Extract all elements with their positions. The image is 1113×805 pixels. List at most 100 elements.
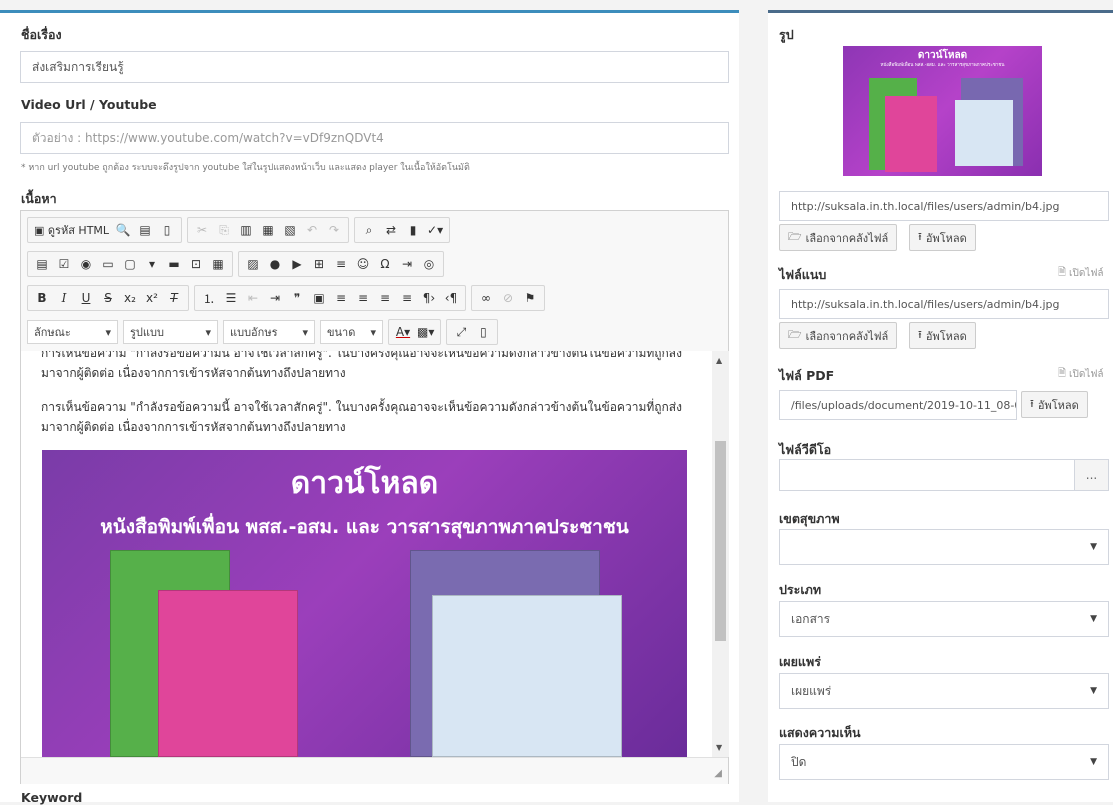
subscript-icon[interactable]: x₂ xyxy=(119,287,141,309)
image-upload-button[interactable]: ⭱ อัพโหลด xyxy=(909,224,976,251)
style-combo[interactable]: รูปแบบ ▾ xyxy=(123,320,218,344)
comment-select[interactable]: ปิด ▼ xyxy=(779,744,1109,780)
paste-icon[interactable]: ▥ xyxy=(235,219,257,241)
font-combo[interactable]: แบบอักษร ▾ xyxy=(223,320,315,344)
italic-icon[interactable]: I xyxy=(53,287,75,309)
smiley-icon[interactable]: ☺ xyxy=(352,253,374,275)
toolbar-row-1: ▣ ดูรหัส HTML 🔍 ▤ ▯ ✂ ⎘ ▥ ▦ ▧ ↶ ↷ ⌕ ⇄ ▮ … xyxy=(21,213,728,247)
publish-select[interactable]: เผยแพร่ ▼ xyxy=(779,673,1109,709)
region-select[interactable]: ▼ xyxy=(779,529,1109,565)
paste-text-icon[interactable]: ▦ xyxy=(257,219,279,241)
format-combo-arrow-icon: ▾ xyxy=(105,325,111,339)
editor-content-area[interactable]: การเห็นข้อความ "กำลังรอข้อความนี้ อาจใช้… xyxy=(21,351,712,757)
bg-color-icon[interactable]: ▩▾ xyxy=(414,321,437,343)
spellcheck-icon[interactable]: ✓▾ xyxy=(424,219,446,241)
attachment-upload-button[interactable]: ⭱ อัพโหลด xyxy=(909,322,976,349)
attachment-label: ไฟล์แนบ xyxy=(779,267,827,282)
image-thumbnail: ดาวน์โหลด หนังสือพิมพ์เพื่อน พสส.-อสม. แ… xyxy=(843,46,1042,176)
source-button[interactable]: ▣ ดูรหัส HTML xyxy=(31,219,112,241)
special-char-icon[interactable]: Ω xyxy=(374,253,396,275)
radio-icon[interactable]: ◉ xyxy=(75,253,97,275)
attachment-open-link[interactable]: 🗎 เปิดไฟล์ xyxy=(1058,265,1104,282)
image-button-icon[interactable]: ⊡ xyxy=(185,253,207,275)
resize-handle-icon[interactable]: ◢ xyxy=(714,768,722,779)
bold-icon[interactable]: B xyxy=(31,287,53,309)
scroll-up-icon[interactable]: ▲ xyxy=(716,356,722,365)
scrollbar-thumb[interactable] xyxy=(715,441,726,641)
horizontal-rule-icon[interactable]: ≡ xyxy=(330,253,352,275)
image-choose-library-button[interactable]: 🗁 เลือกจากคลังไฟล์ xyxy=(779,224,898,251)
align-justify-icon[interactable]: ≡ xyxy=(396,287,418,309)
ltr-icon[interactable]: ¶› xyxy=(418,287,440,309)
paste-word-icon[interactable]: ▧ xyxy=(279,219,301,241)
numbered-list-icon[interactable]: ⒈ xyxy=(198,287,220,309)
checkbox-icon[interactable]: ☑ xyxy=(53,253,75,275)
video-file-browse-button[interactable]: ... xyxy=(1074,459,1109,491)
align-left-icon[interactable]: ≡ xyxy=(330,287,352,309)
select-all-icon[interactable]: ▮ xyxy=(402,219,424,241)
attachment-upload-label: อัพโหลด xyxy=(925,329,967,343)
image-icon[interactable]: ▨ xyxy=(242,253,264,275)
undo-icon[interactable]: ↶ xyxy=(301,219,323,241)
table-icon[interactable]: ⊞ xyxy=(308,253,330,275)
toolbar-row-4: ลักษณะ ▾ รูปแบบ ▾ แบบอักษร ▾ ขนาด ▾ A▾ ▩▾ ⤢ … xyxy=(21,315,728,349)
templates-icon[interactable]: ▯ xyxy=(156,219,178,241)
textfield-icon[interactable]: ▭ xyxy=(97,253,119,275)
div-icon[interactable]: ▣ xyxy=(308,287,330,309)
print-icon[interactable]: ▤ xyxy=(134,219,156,241)
preview-icon[interactable]: 🔍 xyxy=(112,219,134,241)
form-icon[interactable]: ▤ xyxy=(31,253,53,275)
source-label: ดูรหัส HTML xyxy=(47,224,110,237)
maximize-icon[interactable]: ⤢ xyxy=(450,321,472,343)
type-select[interactable]: เอกสาร ▼ xyxy=(779,601,1109,637)
align-right-icon[interactable]: ≡ xyxy=(374,287,396,309)
find-icon[interactable]: ⌕ xyxy=(358,219,380,241)
select-field-icon[interactable]: ▾ xyxy=(141,253,163,275)
size-combo[interactable]: ขนาด ▾ xyxy=(320,320,383,344)
pdf-open-link[interactable]: 🗎 เปิดไฟล์ xyxy=(1058,366,1104,383)
unlink-icon[interactable]: ⊘ xyxy=(497,287,519,309)
redo-icon[interactable]: ↷ xyxy=(323,219,345,241)
video-file-input[interactable] xyxy=(779,459,1075,491)
remove-format-icon[interactable]: T̶ xyxy=(163,287,185,309)
youtube-icon[interactable]: ▶ xyxy=(286,253,308,275)
blockquote-icon[interactable]: ❞ xyxy=(286,287,308,309)
title-input[interactable]: ส่งเสริมการเรียนรู้ xyxy=(20,51,729,83)
underline-icon[interactable]: U xyxy=(75,287,97,309)
format-combo[interactable]: ลักษณะ ▾ xyxy=(27,320,118,344)
scroll-down-icon[interactable]: ▼ xyxy=(716,743,722,752)
cut-icon[interactable]: ✂ xyxy=(191,219,213,241)
rtl-icon[interactable]: ‹¶ xyxy=(440,287,462,309)
bulleted-list-icon[interactable]: ☰ xyxy=(220,287,242,309)
show-blocks-icon[interactable]: ▯ xyxy=(472,321,494,343)
copy-icon[interactable]: ⎘ xyxy=(213,219,235,241)
attachment-choose-library-button[interactable]: 🗁 เลือกจากคลังไฟล์ xyxy=(779,322,898,349)
attachment-url-input[interactable]: http://suksala.in.th.local/files/users/a… xyxy=(779,289,1109,319)
sidebar-form-panel: รูป ดาวน์โหลด หนังสือพิมพ์เพื่อน พสส.-อส… xyxy=(768,10,1113,802)
toolbar-group-basic: B I U S x₂ x² T̶ xyxy=(27,285,189,311)
button-field-icon[interactable]: ▬ xyxy=(163,253,185,275)
text-color-icon[interactable]: A▾ xyxy=(392,321,414,343)
textarea-icon[interactable]: ▢ xyxy=(119,253,141,275)
content-banner-image: ดาวน์โหลด หนังสือพิมพ์เพื่อน พสส.-อสม. แ… xyxy=(42,450,687,757)
align-center-icon[interactable]: ≡ xyxy=(352,287,374,309)
outdent-icon[interactable]: ⇤ xyxy=(242,287,264,309)
pdf-path-input[interactable]: /files/uploads/document/2019-10-11_08-0 xyxy=(779,390,1017,420)
indent-icon[interactable]: ⇥ xyxy=(264,287,286,309)
replace-icon[interactable]: ⇄ xyxy=(380,219,402,241)
pdf-upload-button[interactable]: ⭱ อัพโหลด xyxy=(1021,391,1088,418)
strike-icon[interactable]: S xyxy=(97,287,119,309)
toolbar-group-forms: ▤ ☑ ◉ ▭ ▢ ▾ ▬ ⊡ ▦ xyxy=(27,251,233,277)
image-url-input[interactable]: http://suksala.in.th.local/files/users/a… xyxy=(779,191,1109,221)
page-break-icon[interactable]: ⇥ xyxy=(396,253,418,275)
link-icon[interactable]: ∞ xyxy=(475,287,497,309)
title-label: ชื่อเรื่อง xyxy=(21,27,62,42)
iframe-icon[interactable]: ◎ xyxy=(418,253,440,275)
flash-icon[interactable]: ● xyxy=(264,253,286,275)
anchor-icon[interactable]: ⚑ xyxy=(519,287,541,309)
hidden-field-icon[interactable]: ▦ xyxy=(207,253,229,275)
video-url-input[interactable]: ตัวอย่าง : https://www.youtube.com/watch… xyxy=(20,122,729,154)
editor-scrollbar[interactable]: ▲ ▼ xyxy=(712,351,729,757)
superscript-icon[interactable]: x² xyxy=(141,287,163,309)
chevron-down-icon: ▼ xyxy=(1090,757,1097,767)
